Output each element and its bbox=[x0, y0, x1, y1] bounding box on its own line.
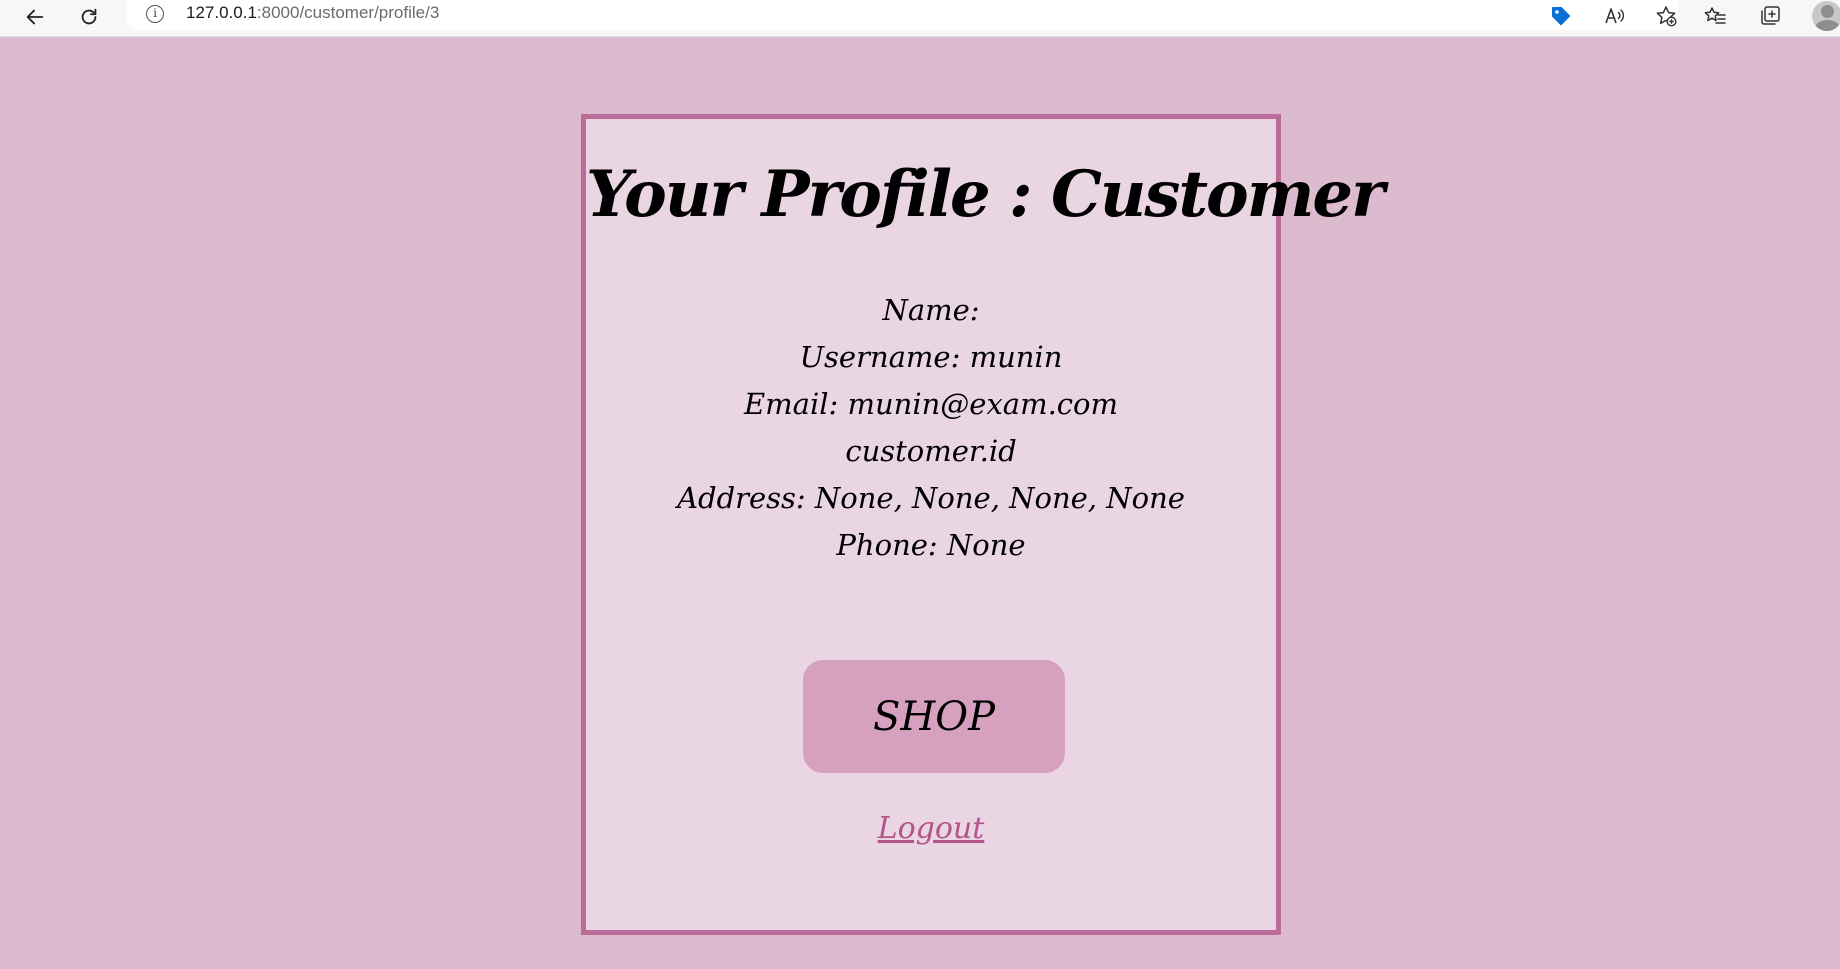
info-icon[interactable]: i bbox=[146, 5, 164, 23]
profile-card: Your Profile : Customer Name: Username: … bbox=[581, 114, 1385, 935]
read-aloud-icon bbox=[1605, 8, 1625, 24]
url-path: :8000/customer/profile/3 bbox=[256, 3, 440, 22]
email-field: Email: munin@exam.com bbox=[743, 387, 1119, 421]
favorites-button[interactable] bbox=[1700, 2, 1730, 30]
extension-button[interactable] bbox=[1546, 2, 1576, 30]
address-field: Address: None, None, None, None bbox=[677, 481, 1185, 515]
star-add-icon bbox=[1656, 6, 1677, 27]
reload-button[interactable] bbox=[74, 2, 104, 32]
shop-button[interactable]: SHOP bbox=[803, 660, 1065, 773]
address-bar[interactable]: i 127.0.0.1:8000/customer/profile/3 bbox=[126, 0, 1678, 30]
tag-icon bbox=[1552, 7, 1571, 26]
name-field: Name: bbox=[882, 293, 980, 327]
logout-link[interactable]: Logout bbox=[586, 811, 1276, 846]
add-favorite-button[interactable] bbox=[1651, 2, 1681, 30]
profile-details: Name: Username: munin Email: munin@exam.… bbox=[586, 287, 1276, 569]
back-arrow-icon bbox=[26, 9, 44, 25]
customer-id-field: customer.id bbox=[845, 434, 1017, 468]
back-button[interactable] bbox=[20, 2, 50, 32]
url-host: 127.0.0.1 bbox=[186, 3, 257, 22]
phone-field: Phone: None bbox=[836, 528, 1026, 562]
page-title: Your Profile : Customer bbox=[586, 157, 1385, 232]
favorites-icon bbox=[1704, 7, 1726, 24]
avatar-head bbox=[1821, 5, 1834, 18]
browser-toolbar: i 127.0.0.1:8000/customer/profile/3 bbox=[0, 0, 1840, 37]
collections-button[interactable] bbox=[1755, 2, 1785, 30]
avatar[interactable] bbox=[1812, 1, 1840, 31]
collections-icon bbox=[1761, 6, 1780, 25]
read-aloud-button[interactable] bbox=[1600, 2, 1630, 30]
username-field: Username: munin bbox=[799, 340, 1063, 374]
reload-icon bbox=[81, 8, 97, 25]
avatar-shoulders bbox=[1815, 20, 1840, 31]
url-text[interactable]: 127.0.0.1:8000/customer/profile/3 bbox=[186, 3, 439, 23]
